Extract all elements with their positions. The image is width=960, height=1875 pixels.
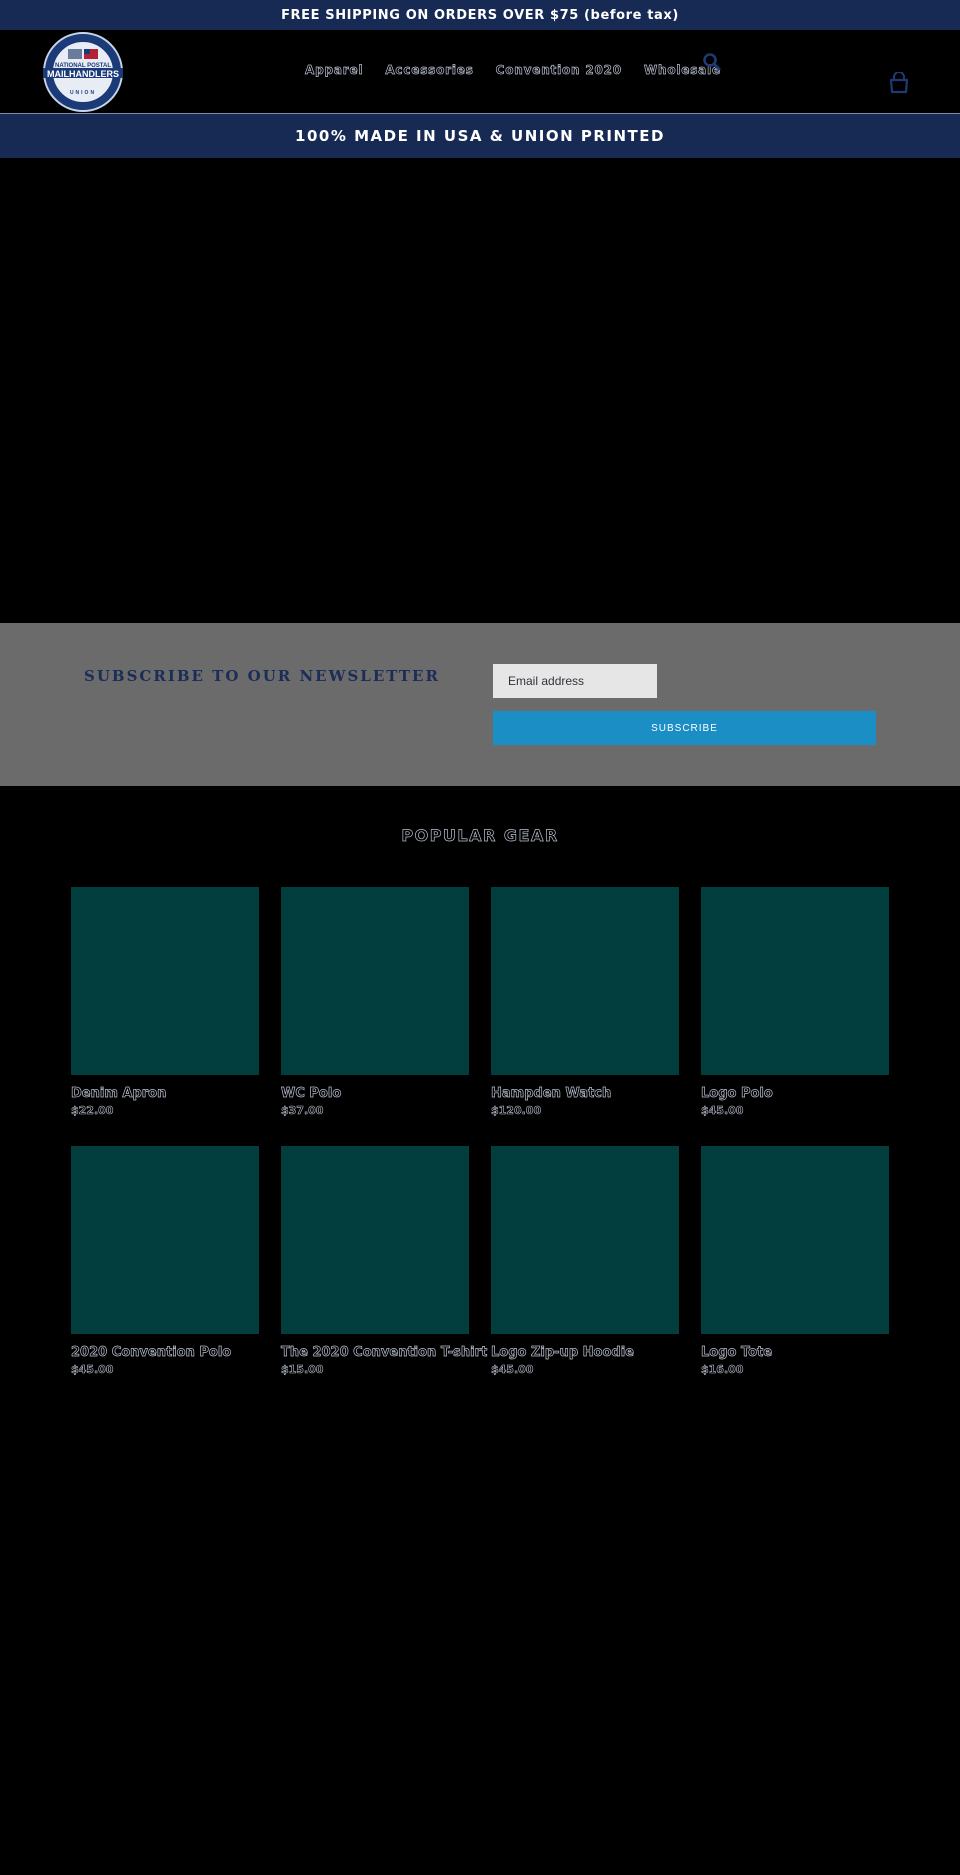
product-image[interactable]: [701, 887, 889, 1075]
product-image[interactable]: [701, 1146, 889, 1334]
popular-gear-title: POPULAR GEAR: [401, 826, 559, 846]
site-header: NATIONAL POSTAL MAILHANDLERS UNION Appar…: [0, 30, 960, 114]
product-card[interactable]: Hampden Watch $120.00: [491, 887, 679, 1117]
product-price: $45.00: [71, 1363, 114, 1377]
product-image[interactable]: [71, 1146, 259, 1334]
product-title[interactable]: Logo Zip-up Hoodie: [491, 1345, 679, 1361]
nav-convention-2020[interactable]: Convention 2020: [495, 63, 622, 78]
made-in-usa-banner: 100% MADE IN USA & UNION PRINTED: [0, 114, 960, 158]
product-card[interactable]: Logo Tote $16.00: [701, 1146, 889, 1376]
product-card[interactable]: 2020 Convention Polo $45.00: [71, 1146, 259, 1376]
product-image[interactable]: [71, 887, 259, 1075]
product-price: $37.00: [281, 1104, 324, 1118]
search-icon[interactable]: [702, 52, 722, 72]
product-image[interactable]: [491, 1146, 679, 1334]
banner-text: 100% MADE IN USA & UNION PRINTED: [295, 127, 665, 145]
product-card[interactable]: WC Polo $37.00: [281, 887, 469, 1117]
product-card[interactable]: Logo Polo $45.00: [701, 887, 889, 1117]
product-card[interactable]: Logo Zip-up Hoodie $45.00: [491, 1146, 679, 1376]
nav-apparel[interactable]: Apparel: [305, 63, 363, 78]
product-title[interactable]: The 2020 Convention T-shirt: [281, 1345, 488, 1361]
product-price: $15.00: [281, 1363, 324, 1377]
email-field[interactable]: [493, 664, 657, 698]
product-title[interactable]: Logo Polo: [701, 1086, 889, 1102]
subscribe-button[interactable]: SUBSCRIBE: [493, 711, 876, 745]
announcement-text: FREE SHIPPING ON ORDERS OVER $75 (before…: [281, 7, 679, 23]
product-title[interactable]: Denim Apron: [71, 1086, 259, 1102]
product-image[interactable]: [281, 1146, 469, 1334]
announcement-bar: FREE SHIPPING ON ORDERS OVER $75 (before…: [0, 0, 960, 30]
logo-line3: UNION: [70, 90, 96, 96]
main-nav: Apparel Accessories Convention 2020 Whol…: [305, 63, 721, 78]
product-card[interactable]: Denim Apron $22.00: [71, 887, 259, 1117]
product-title[interactable]: Hampden Watch: [491, 1086, 679, 1102]
product-price: $22.00: [71, 1104, 114, 1118]
nav-accessories[interactable]: Accessories: [385, 63, 473, 78]
product-image[interactable]: [491, 887, 679, 1075]
product-price: $45.00: [701, 1104, 744, 1118]
product-title[interactable]: Logo Tote: [701, 1345, 889, 1361]
product-title[interactable]: 2020 Convention Polo: [71, 1345, 259, 1361]
product-price: $16.00: [701, 1363, 744, 1377]
hero-section: [0, 158, 960, 623]
product-card[interactable]: The 2020 Convention T-shirt $15.00: [281, 1146, 488, 1377]
newsletter-section: SUBSCRIBE TO OUR NEWSLETTER SUBSCRIBE: [0, 623, 960, 786]
product-image[interactable]: [281, 887, 469, 1075]
newsletter-title: SUBSCRIBE TO OUR NEWSLETTER: [84, 667, 440, 685]
mailhandlers-logo[interactable]: NATIONAL POSTAL MAILHANDLERS UNION: [40, 32, 126, 112]
logo-line2: MAILHANDLERS: [47, 69, 119, 79]
product-price: $120.00: [491, 1104, 542, 1118]
cart-icon[interactable]: [888, 72, 910, 94]
product-title[interactable]: WC Polo: [281, 1086, 469, 1102]
product-price: $45.00: [491, 1363, 534, 1377]
